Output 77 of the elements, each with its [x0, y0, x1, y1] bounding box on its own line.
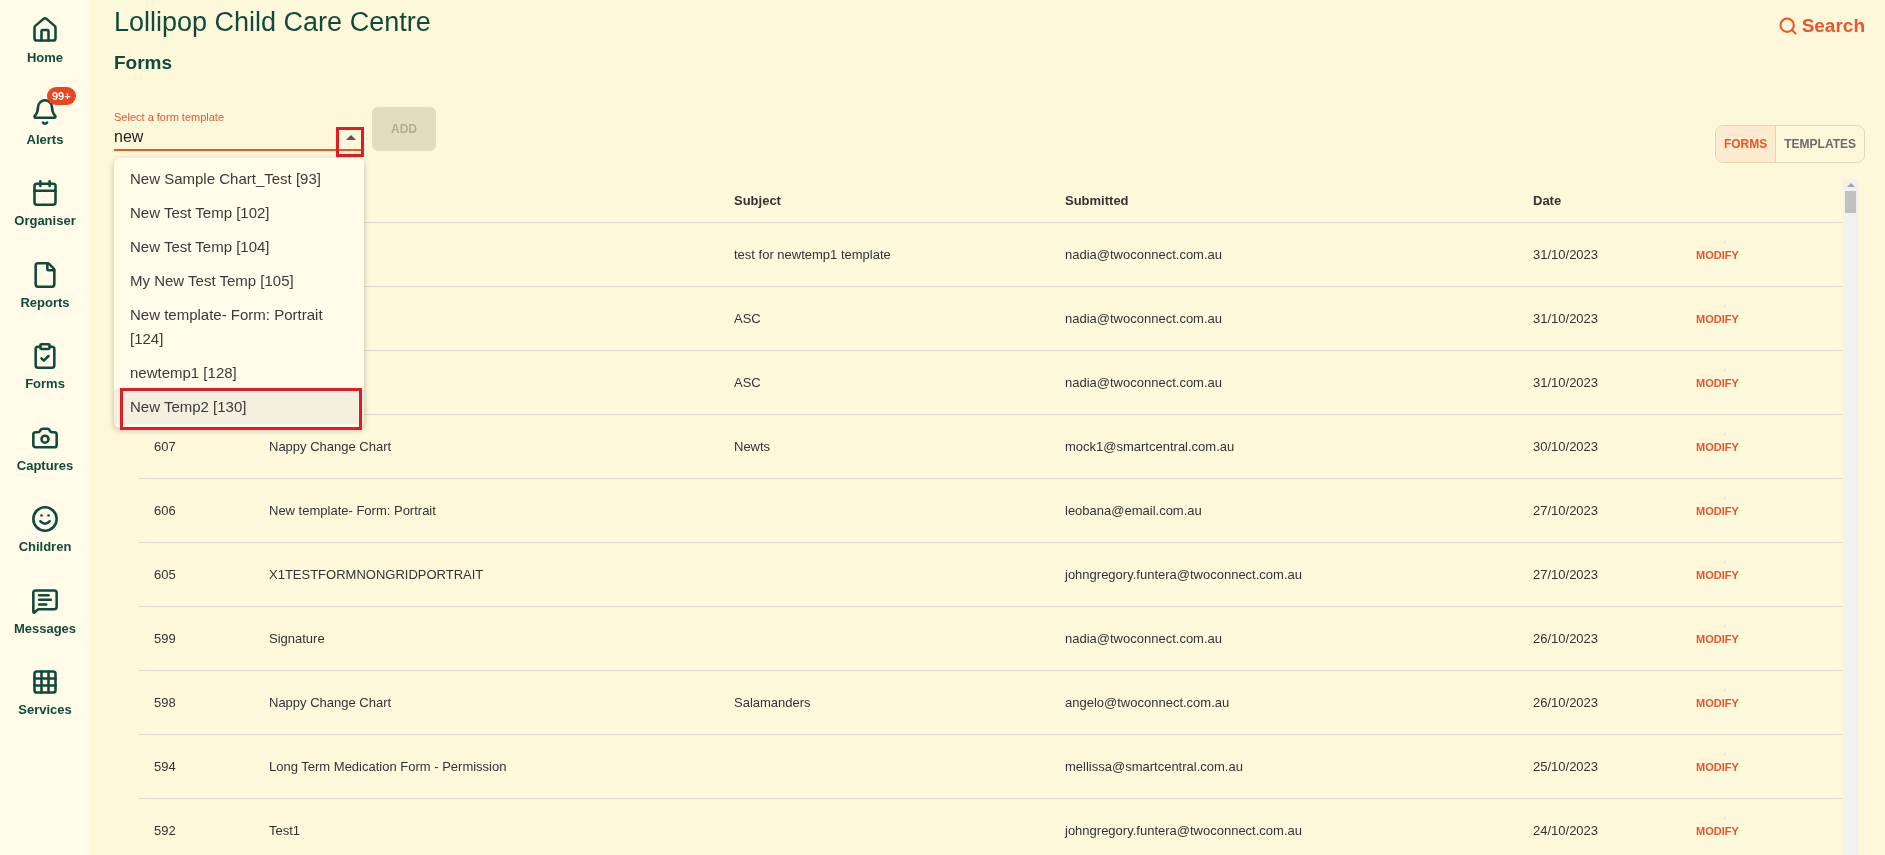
field-label: Select a form template	[114, 109, 226, 125]
table-cell: X1TESTFORMNONGRIDPORTRAIT	[269, 566, 484, 582]
column-header: Submitted	[1064, 191, 1129, 210]
sidebar-item[interactable]: Captures	[3, 419, 87, 479]
column-header: Date	[1532, 191, 1562, 210]
dropdown-option[interactable]: New Test Temp [104]	[114, 230, 364, 264]
table-cell: 26/10/2023	[1533, 630, 1599, 646]
sidebar-item[interactable]: Alerts 99+	[3, 85, 87, 153]
table-cell: johngregory.funtera@twoconnect.com.au	[1065, 566, 1302, 582]
dropdown-option[interactable]: New Test Temp [102]	[114, 196, 364, 230]
table-cell: 31/10/2023	[1533, 246, 1599, 262]
table-cell: nadia@twoconnect.com.au	[1065, 246, 1222, 262]
scroll-up-icon	[1846, 183, 1855, 187]
table-cell: 599	[154, 630, 176, 646]
table-cell: Signature	[269, 630, 325, 646]
template-combobox[interactable]: new	[114, 125, 364, 151]
dropdown-option[interactable]: New Sample Chart_Test [93]	[114, 162, 364, 196]
table-cell: Salamanders	[734, 694, 811, 710]
table-cell: Nappy Change Chart	[269, 438, 392, 454]
dropdown-option[interactable]: newtemp1 [128]	[114, 356, 364, 390]
sidebar-item[interactable]: Home	[3, 12, 87, 72]
table-cell: Nappy Change Chart	[269, 694, 392, 710]
table-cell: 594	[154, 758, 176, 774]
sidebar-item[interactable]: Reports	[3, 256, 87, 316]
table-cell: Long Term Medication Form - Permission	[269, 758, 507, 774]
table-cell: 592	[154, 822, 176, 838]
table-cell: 607	[154, 438, 176, 454]
table-cell: Test1	[269, 822, 301, 838]
scrollbar[interactable]	[1843, 179, 1858, 855]
caret-up-icon	[346, 134, 356, 140]
table-cell: 598	[154, 694, 176, 710]
table-cell: 606	[154, 502, 176, 518]
table-cell: 27/10/2023	[1533, 502, 1599, 518]
message-icon	[31, 586, 59, 615]
table-cell: nadia@twoconnect.com.au	[1065, 630, 1222, 646]
table-cell: 30/10/2023	[1533, 438, 1599, 454]
table-cell: ASC	[734, 310, 761, 326]
page-title: Forms	[114, 50, 173, 75]
table-cell: 27/10/2023	[1533, 566, 1599, 582]
dropdown-option[interactable]: New template- Form: Portrait [124]	[114, 298, 364, 356]
table-cell: Newts	[734, 438, 771, 454]
sidebar-item[interactable]: Services	[3, 664, 87, 724]
table-cell: test for newtemp1 template	[734, 246, 891, 262]
table-cell: 25/10/2023	[1533, 758, 1599, 774]
table-cell: 26/10/2023	[1533, 694, 1599, 710]
table-cell: angelo@twoconnect.com.au	[1065, 694, 1230, 710]
calendar-icon	[31, 179, 59, 207]
table-cell: leobana@email.com.au	[1065, 502, 1202, 518]
search-icon	[1777, 16, 1798, 37]
face-icon	[31, 505, 59, 533]
table-cell: nadia@twoconnect.com.au	[1065, 374, 1222, 390]
scroll-thumb[interactable]	[1845, 191, 1856, 213]
table-cell: mock1@smartcentral.com.au	[1065, 438, 1235, 454]
dropdown-option[interactable]: New Temp2 [130]	[114, 390, 364, 424]
centre-title: Lollipop Child Care Centre	[114, 6, 431, 39]
table-cell: johngregory.funtera@twoconnect.com.au	[1065, 822, 1302, 838]
home-icon	[31, 16, 59, 44]
table-cell: 31/10/2023	[1533, 374, 1599, 390]
sidebar-item[interactable]: Messages	[3, 582, 87, 642]
view-tab[interactable]: TEMPLATES	[1775, 126, 1864, 162]
column-header: Subject	[733, 191, 781, 210]
table-cell: 24/10/2023	[1533, 822, 1599, 838]
highlight-frame	[336, 126, 364, 157]
table-cell: New template- Form: Portrait	[269, 502, 436, 518]
sidebar-item[interactable]: Organiser	[3, 175, 87, 235]
grid-icon	[31, 668, 59, 696]
table-cell: 31/10/2023	[1533, 310, 1599, 326]
count-badge: 99+	[47, 86, 76, 105]
table-cell: ASC	[734, 374, 761, 390]
document-icon	[31, 260, 59, 289]
table-cell: 605	[154, 566, 176, 582]
table-cell: nadia@twoconnect.com.au	[1065, 310, 1222, 326]
clipboard-check-icon	[31, 342, 59, 370]
sidebar-item[interactable]: Children	[3, 501, 87, 561]
dropdown-option[interactable]: My New Test Temp [105]	[114, 264, 364, 298]
sidebar-item[interactable]: Forms	[3, 338, 87, 398]
table-cell: mellissa@smartcentral.com.au	[1065, 758, 1243, 774]
